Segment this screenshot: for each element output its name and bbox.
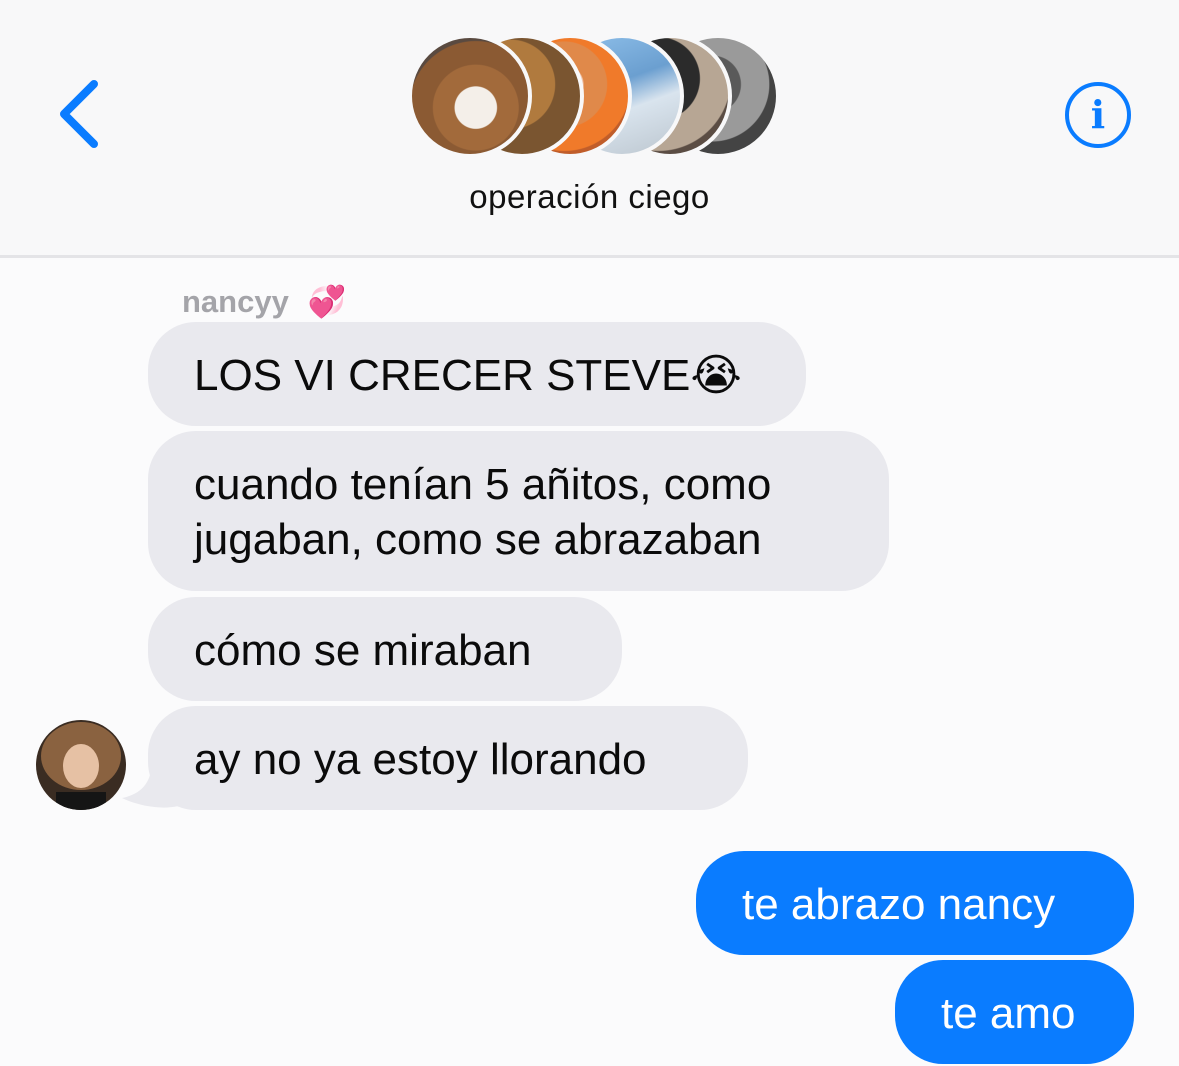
message-text-line: cuando tenían 5 añitos, como: [194, 460, 772, 509]
received-message-bubble[interactable]: ay no ya estoy llorando: [148, 706, 748, 810]
group-name[interactable]: operación ciego: [0, 178, 1179, 216]
message-text: ay no ya estoy llorando: [194, 735, 647, 784]
message-text-line: jugaban, como se abrazaban: [194, 515, 762, 564]
sender-avatar[interactable]: [36, 720, 126, 810]
message-text: cómo se miraban: [194, 626, 532, 675]
group-avatar-stack[interactable]: [408, 34, 780, 158]
message-text: te amo: [941, 989, 1076, 1038]
back-button[interactable]: [52, 76, 108, 152]
conversation-header: operación ciego i: [0, 0, 1179, 258]
message-text: LOS VI CRECER STEVE😭: [194, 351, 742, 400]
sender-name: nancyy 💞: [182, 283, 346, 320]
received-message-bubble[interactable]: cómo se miraban: [148, 597, 622, 701]
sent-message-bubble[interactable]: te abrazo nancy: [696, 851, 1134, 955]
info-icon: i: [1065, 82, 1131, 148]
sender-avatar-image: [36, 720, 126, 810]
message-text: te abrazo nancy: [742, 880, 1056, 929]
svg-text:i: i: [1091, 92, 1105, 137]
info-button[interactable]: i: [1063, 80, 1133, 150]
sender-name-text: nancyy: [182, 284, 289, 319]
chevron-left-icon: [60, 80, 98, 148]
received-message-bubble[interactable]: cuando tenían 5 añitos, como jugaban, co…: [148, 431, 889, 591]
member-avatar: [408, 34, 532, 158]
sent-message-bubble[interactable]: te amo: [895, 960, 1134, 1064]
sender-emoji: 💞: [307, 284, 347, 319]
received-message-bubble[interactable]: LOS VI CRECER STEVE😭: [148, 322, 806, 426]
